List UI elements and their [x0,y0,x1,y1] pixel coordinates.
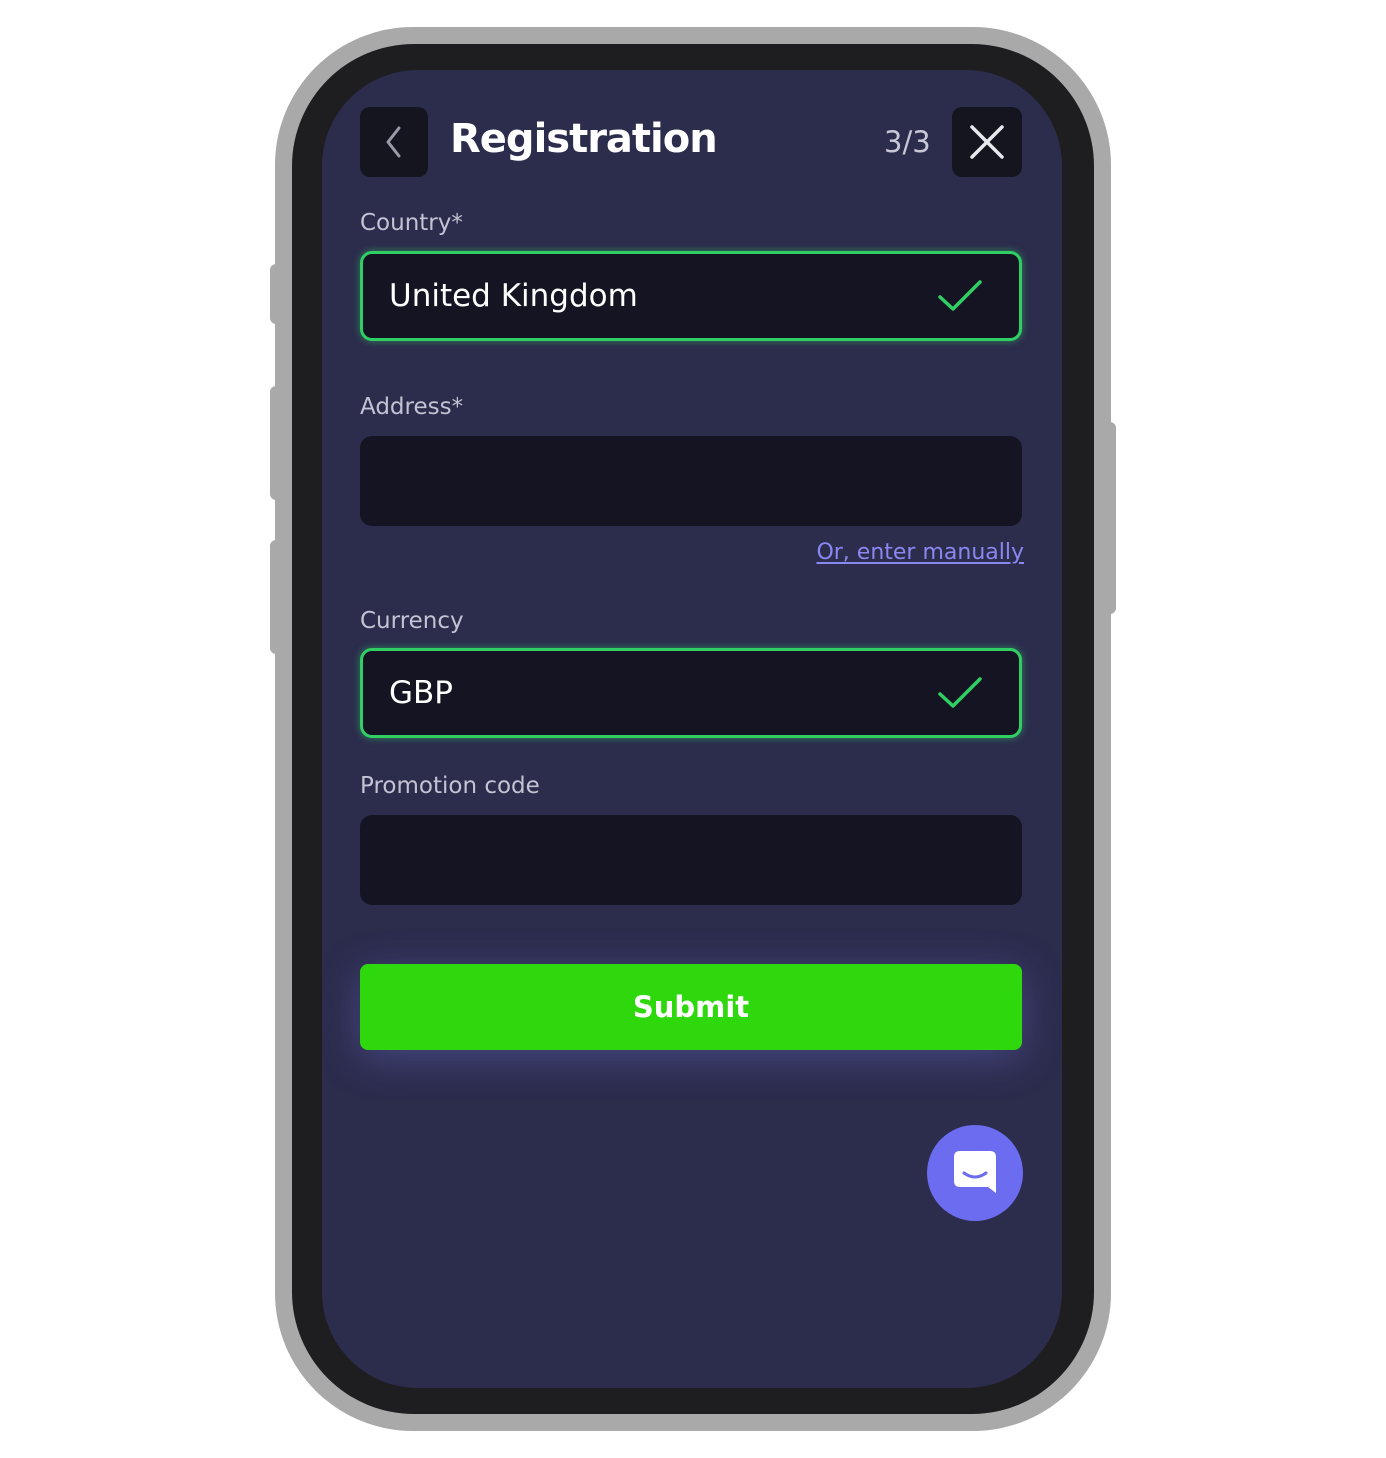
country-label: Country* [360,210,463,236]
phone-side-button [270,540,282,654]
step-indicator: 3/3 [884,125,931,159]
chevron-left-icon [386,126,401,158]
promotion-label: Promotion code [360,773,540,799]
currency-select[interactable]: GBP [360,648,1022,738]
address-label: Address* [360,394,464,420]
chat-icon [954,1151,996,1193]
phone-side-button [1104,422,1116,614]
check-icon [938,280,982,311]
currency-label: Currency [360,608,464,634]
back-button[interactable] [360,107,428,177]
country-select[interactable]: United Kingdom [360,251,1022,341]
address-input[interactable] [360,436,1022,526]
promotion-code-input[interactable] [360,815,1022,905]
page-title: Registration [450,116,718,162]
close-button[interactable] [952,107,1022,177]
chat-button[interactable] [927,1125,1023,1221]
country-value: United Kingdom [389,278,638,314]
check-icon [938,677,982,708]
registration-screen: Registration 3/3 Country* United Kingdom… [322,70,1062,1388]
submit-button[interactable]: Submit [360,964,1022,1050]
enter-manually-link[interactable]: Or, enter manually [816,540,1024,565]
phone-side-button [270,264,282,324]
currency-value: GBP [389,675,453,711]
phone-side-button [270,386,282,500]
close-icon [970,125,1004,159]
